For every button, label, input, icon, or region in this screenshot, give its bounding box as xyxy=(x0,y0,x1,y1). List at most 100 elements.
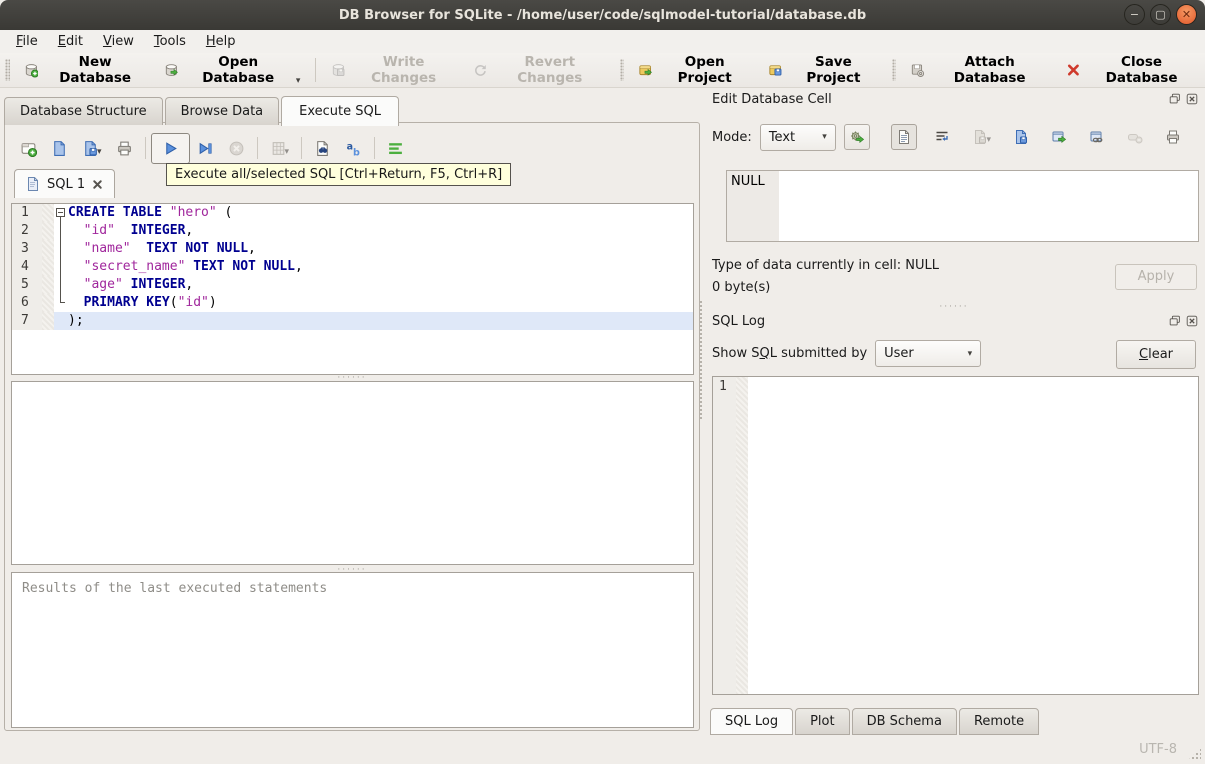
mode-select[interactable]: Text ▾ xyxy=(759,123,836,151)
auto-apply-button[interactable] xyxy=(843,124,870,150)
export-cell-button[interactable] xyxy=(1008,124,1034,150)
dock-tab-db-schema[interactable]: DB Schema xyxy=(851,708,957,735)
code-line[interactable]: 6 PRIMARY KEY("id") xyxy=(12,294,693,312)
word-wrap-button[interactable] xyxy=(929,124,955,150)
sql-editor-tab[interactable]: SQL 1 xyxy=(14,169,116,198)
sql-toolbar-separator xyxy=(374,137,376,159)
fold-margin[interactable] xyxy=(54,222,68,240)
toolbar-drag-handle[interactable] xyxy=(891,59,897,81)
float-panel-icon[interactable] xyxy=(1168,314,1182,328)
tab-database-structure[interactable]: Database Structure xyxy=(4,97,163,125)
open-external-button[interactable] xyxy=(1046,124,1072,150)
code-line[interactable]: 2 "id" INTEGER, xyxy=(12,222,693,240)
attach-database-button[interactable]: Attach Database xyxy=(901,49,1057,91)
dock-tab-bar: SQL Log Plot DB Schema Remote xyxy=(710,708,1041,735)
save-sql-file-button[interactable]: ▾ xyxy=(75,133,109,164)
execute-line-button[interactable] xyxy=(190,133,221,164)
toolbar-drag-handle[interactable] xyxy=(619,59,625,81)
sql-log-title: SQL Log xyxy=(712,314,766,329)
fold-margin[interactable] xyxy=(54,276,68,294)
dock-tab-plot[interactable]: Plot xyxy=(795,708,850,735)
fold-margin[interactable] xyxy=(54,240,68,258)
text-mode-button[interactable] xyxy=(891,124,918,150)
sql-log-area[interactable]: 1 xyxy=(712,376,1199,695)
find-replace-icon xyxy=(314,140,331,157)
attach-database-icon xyxy=(910,62,925,78)
code-token: ( xyxy=(169,295,178,310)
fold-margin[interactable] xyxy=(54,258,68,276)
close-panel-icon[interactable] xyxy=(1185,92,1199,106)
line-number: 5 xyxy=(12,276,42,294)
open-database-button[interactable]: Open Database ▾ xyxy=(155,49,310,91)
code-text: CREATE TABLE "hero" ( xyxy=(68,204,693,222)
submitted-by-select[interactable]: User ▾ xyxy=(875,340,982,367)
open-external-icon xyxy=(1051,129,1067,145)
print-button[interactable] xyxy=(109,133,140,164)
stop-button xyxy=(221,133,252,164)
fold-margin[interactable] xyxy=(54,204,68,222)
titlebar[interactable]: DB Browser for SQLite - /home/user/code/… xyxy=(0,0,1205,30)
code-text: "age" INTEGER, xyxy=(68,276,693,294)
new-database-button[interactable]: New Database xyxy=(15,49,155,91)
auto-format-button[interactable]: ab xyxy=(338,133,369,164)
editor-margin xyxy=(42,294,54,312)
dock-tab-remote[interactable]: Remote xyxy=(958,708,1040,735)
right-dock: Edit Database Cell Mode: Text ▾ ▾ NULL T… xyxy=(703,88,1205,735)
close-database-button[interactable]: Close Database xyxy=(1057,49,1205,91)
cell-editor-area[interactable]: NULL xyxy=(726,170,1199,242)
align-button[interactable] xyxy=(380,133,411,164)
fold-line xyxy=(60,222,61,240)
code-line[interactable]: 7); xyxy=(12,312,693,330)
set-null-button xyxy=(1122,124,1148,150)
results-grid-pane[interactable] xyxy=(11,381,694,565)
save-project-button[interactable]: Save Project xyxy=(759,49,886,91)
dock-splitter[interactable]: ······ xyxy=(703,303,1205,312)
fold-line xyxy=(60,240,61,258)
code-token: TEXT NOT NULL xyxy=(193,259,295,274)
fold-collapse-icon[interactable] xyxy=(56,208,65,217)
copy-link-button[interactable] xyxy=(1084,124,1110,150)
close-sql-tab-icon[interactable] xyxy=(91,178,104,191)
minimize-button[interactable]: − xyxy=(1124,4,1145,25)
apply-button[interactable]: Apply xyxy=(1115,264,1197,290)
results-message-pane[interactable]: Results of the last executed statements xyxy=(11,572,694,728)
fold-margin[interactable] xyxy=(54,312,68,330)
window-controls: − ▢ ✕ xyxy=(1124,4,1197,25)
open-sql-tab-button[interactable] xyxy=(13,133,44,164)
fold-margin[interactable] xyxy=(54,294,68,312)
toolbar-separator xyxy=(315,58,317,82)
code-line[interactable]: 1 CREATE TABLE "hero" ( xyxy=(12,204,693,222)
clear-log-button[interactable]: Clear xyxy=(1116,340,1196,369)
open-sql-file-button[interactable] xyxy=(44,133,75,164)
sql-toolbar: ▾ ▾ a b xyxy=(13,130,411,166)
print-cell-button[interactable] xyxy=(1160,124,1186,150)
toolbar-button-label: Open Database xyxy=(202,54,275,86)
window-resize-grip[interactable] xyxy=(1187,748,1201,761)
dock-tab-sql-log[interactable]: SQL Log xyxy=(710,708,794,735)
open-project-button[interactable]: Open Project xyxy=(629,49,759,91)
code-line[interactable]: 5 "age" INTEGER, xyxy=(12,276,693,294)
code-line[interactable]: 3 "name" TEXT NOT NULL, xyxy=(12,240,693,258)
chevron-down-icon: ▾ xyxy=(967,348,973,359)
sql-code-editor[interactable]: 1 CREATE TABLE "hero" (2 "id" INTEGER, 3 "… xyxy=(11,203,694,375)
tab-browse-data[interactable]: Browse Data xyxy=(164,97,280,125)
sql-toolbar-separator xyxy=(301,137,303,159)
code-text: ); xyxy=(68,312,693,330)
maximize-button[interactable]: ▢ xyxy=(1150,4,1171,25)
float-panel-icon[interactable] xyxy=(1168,92,1182,106)
tab-execute-sql[interactable]: Execute SQL xyxy=(281,96,400,126)
chevron-down-icon: ▾ xyxy=(986,135,991,145)
find-replace-button[interactable] xyxy=(307,133,338,164)
execute-all-button[interactable] xyxy=(150,132,190,164)
code-token: , xyxy=(185,277,194,292)
close-button[interactable]: ✕ xyxy=(1176,4,1197,25)
sql-doc-icon xyxy=(25,176,41,192)
code-line[interactable]: 4 "secret_name" TEXT NOT NULL, xyxy=(12,258,693,276)
toolbar-drag-handle[interactable] xyxy=(5,59,10,81)
code-text: PRIMARY KEY("id") xyxy=(68,294,693,312)
line-number: 6 xyxy=(12,294,42,312)
close-panel-icon[interactable] xyxy=(1185,314,1199,328)
